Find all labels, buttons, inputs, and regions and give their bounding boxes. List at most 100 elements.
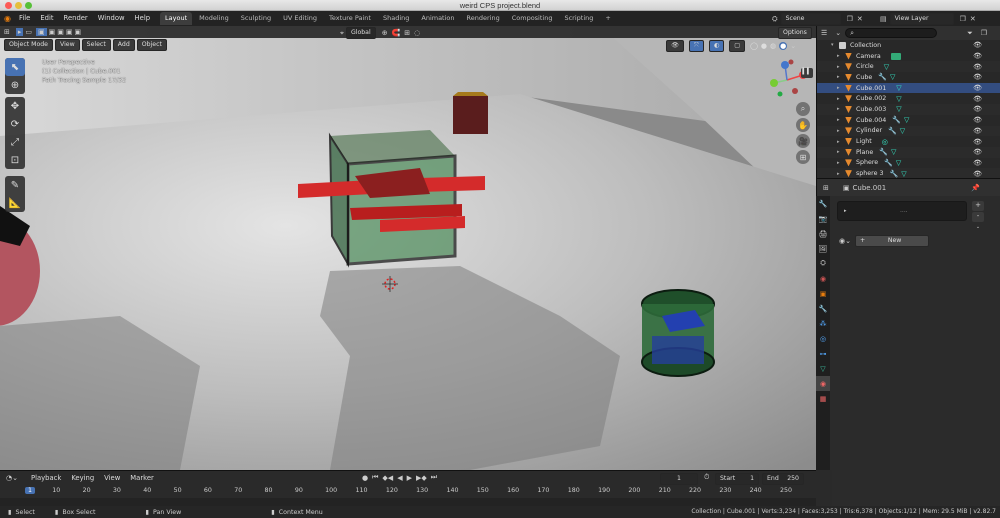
filter-icon[interactable]: ⏷ bbox=[967, 29, 973, 38]
select-mode-extend-icon[interactable]: ▣ bbox=[49, 28, 56, 36]
camera-view-icon[interactable]: 🎥 bbox=[796, 134, 810, 148]
menu-window[interactable]: Window bbox=[93, 11, 130, 26]
material-browse-icon[interactable]: ◉⌄ bbox=[839, 237, 851, 245]
outliner-row[interactable]: ▸ Plane 🔧 ▽ 👁 bbox=[817, 146, 1000, 158]
mesh-data-icon[interactable]: ▽ bbox=[900, 127, 905, 135]
delete-view-layer-icon[interactable]: ✕ bbox=[970, 15, 976, 23]
outliner-collection-row[interactable]: ▾ Collection 👁 bbox=[817, 40, 1000, 51]
camera-data-icon[interactable] bbox=[890, 52, 901, 60]
eye-icon[interactable]: 👁 bbox=[973, 95, 982, 103]
rotate-tool-icon[interactable]: ⟳ bbox=[5, 115, 25, 133]
snap-target-icon[interactable]: ⊞ bbox=[404, 29, 410, 37]
play-icon[interactable]: ▶ bbox=[407, 474, 412, 482]
viewport-menu-select[interactable]: Select bbox=[81, 39, 111, 51]
outliner-editor-icon[interactable]: ☰ bbox=[821, 29, 827, 37]
expand-icon[interactable]: ▸ bbox=[837, 96, 845, 102]
data-tab-icon[interactable]: ▽ bbox=[816, 361, 830, 376]
expand-icon[interactable]: ▸ bbox=[837, 139, 845, 145]
select-mode-subtract-icon[interactable]: ▣ bbox=[57, 28, 64, 36]
record-icon[interactable]: ● bbox=[362, 474, 368, 482]
proportional-editing-icon[interactable]: ◌ bbox=[414, 29, 420, 37]
outliner-row[interactable]: ▸ Circle ▽ 👁 bbox=[817, 61, 1000, 73]
expand-icon[interactable]: ▸ bbox=[837, 74, 845, 80]
blender-logo-icon[interactable]: ◉ bbox=[4, 14, 11, 23]
new-material-button[interactable]: + New bbox=[854, 235, 929, 247]
select-mode-new-icon[interactable]: ▣ bbox=[36, 28, 47, 36]
overlay-toggle-icon[interactable]: ◐ bbox=[708, 40, 725, 52]
material-tab-icon[interactable]: ◉ bbox=[816, 376, 830, 391]
mesh-data-icon[interactable]: ▽ bbox=[901, 170, 906, 178]
output-tab-icon[interactable]: 🖨 bbox=[816, 226, 830, 241]
select-mode-intersect-icon[interactable]: ▣ bbox=[75, 28, 82, 36]
eye-icon[interactable]: 👁 bbox=[973, 116, 982, 124]
modifier-icon[interactable]: 🔧 bbox=[892, 116, 901, 124]
tab-scripting[interactable]: Scripting bbox=[559, 12, 598, 25]
mesh-data-icon[interactable]: ▽ bbox=[904, 116, 909, 124]
use-preview-range-icon[interactable]: ⏱ bbox=[704, 473, 709, 482]
editor-type-icon[interactable]: ⊞ bbox=[4, 28, 10, 36]
eye-icon[interactable]: 👁 bbox=[973, 52, 982, 60]
tab-animation[interactable]: Animation bbox=[416, 12, 459, 25]
slot-resize-dots[interactable]: .... bbox=[900, 207, 908, 214]
outliner-row[interactable]: ▸ Camera 👁 bbox=[817, 51, 1000, 62]
outliner-item-label[interactable]: Cube.003 bbox=[856, 106, 886, 113]
slot-expand-icon[interactable]: ▸ bbox=[844, 208, 847, 214]
prev-keyframe-icon[interactable]: ◆◀ bbox=[382, 474, 393, 482]
eye-icon[interactable]: 👁 bbox=[973, 138, 982, 146]
start-frame-field[interactable]: Start 1 bbox=[715, 473, 759, 485]
pin-icon[interactable]: 📌 bbox=[971, 184, 980, 192]
tool-tab-icon[interactable]: 🔧 bbox=[816, 196, 830, 211]
scale-tool-icon[interactable]: ⤢ bbox=[5, 133, 25, 151]
expand-icon[interactable]: ▸ bbox=[837, 85, 845, 91]
tab-modeling[interactable]: Modeling bbox=[194, 12, 234, 25]
modifier-icon[interactable]: 🔧 bbox=[888, 127, 897, 135]
timeline-menu-keying[interactable]: Keying bbox=[66, 471, 99, 486]
outliner-item-label[interactable]: Circle bbox=[856, 63, 874, 70]
next-keyframe-icon[interactable]: ▶◆ bbox=[416, 474, 427, 482]
material-slot-list[interactable]: ▸ .... bbox=[837, 201, 967, 221]
viewport-menu-view[interactable]: View bbox=[54, 39, 80, 51]
outliner-row[interactable]: ▸ Cube 🔧 ▽ 👁 bbox=[817, 72, 1000, 83]
scene-selector[interactable]: Scene bbox=[780, 13, 841, 25]
constraints-tab-icon[interactable]: ⊶ bbox=[816, 346, 830, 361]
modifier-icon[interactable]: 🔧 bbox=[878, 73, 887, 81]
expand-icon[interactable]: ▸ bbox=[837, 106, 845, 112]
tab-texture-paint[interactable]: Texture Paint bbox=[324, 12, 376, 25]
world-tab-icon[interactable]: ◉ bbox=[816, 271, 830, 286]
eye-icon[interactable]: 👁 bbox=[973, 105, 982, 113]
render-tab-icon[interactable]: 📷 bbox=[816, 211, 830, 226]
outliner-search-field[interactable]: ⌕ bbox=[845, 28, 938, 38]
outliner-row[interactable]: ▸ Cube.004 🔧 ▽ 👁 bbox=[817, 115, 1000, 126]
outliner-item-label[interactable]: Camera bbox=[856, 53, 881, 60]
light-data-icon[interactable]: ◎ bbox=[882, 138, 888, 146]
outliner-item-label[interactable]: Cube bbox=[856, 74, 872, 81]
expand-icon[interactable]: ▸ bbox=[837, 64, 845, 70]
add-slot-button[interactable]: + bbox=[972, 201, 984, 211]
pivot-point-icon[interactable]: ⊕ bbox=[382, 29, 388, 37]
expand-icon[interactable]: ▸ bbox=[837, 149, 845, 155]
outliner-row[interactable]: ▸ Cube.002 ▽ 👁 bbox=[817, 93, 1000, 104]
tab-uv-editing[interactable]: UV Editing bbox=[278, 12, 322, 25]
modifier-icon[interactable]: 🔧 bbox=[879, 148, 888, 156]
outliner-item-label[interactable]: Cylinder bbox=[856, 127, 882, 134]
display-mode-icon[interactable]: ⌄ bbox=[835, 29, 841, 37]
pan-hand-icon[interactable]: ✋ bbox=[796, 118, 810, 132]
select-mode-box-icon[interactable]: ▭ bbox=[25, 28, 32, 36]
eye-icon[interactable]: 👁 bbox=[973, 63, 982, 71]
delete-scene-icon[interactable]: ✕ bbox=[857, 15, 863, 23]
texture-tab-icon[interactable]: ▦ bbox=[816, 391, 830, 406]
visibility-icon[interactable]: 👁 bbox=[666, 40, 684, 52]
tab-shading[interactable]: Shading bbox=[378, 12, 414, 25]
expand-icon[interactable]: ▸ bbox=[837, 117, 845, 123]
remove-slot-button[interactable]: - bbox=[972, 212, 984, 222]
shading-rendered-icon[interactable]: ● bbox=[779, 42, 788, 50]
modifier-tab-icon[interactable]: 🔧 bbox=[816, 301, 830, 316]
shading-wireframe-icon[interactable]: ◯ bbox=[750, 42, 758, 50]
view-layer-tab-icon[interactable]: 🖼 bbox=[816, 241, 830, 256]
outliner-row[interactable]: ▸ Cylinder 🔧 ▽ 👁 bbox=[817, 125, 1000, 137]
new-scene-icon[interactable]: ❐ bbox=[847, 15, 853, 23]
timeline-editor-icon[interactable]: ◔⌄ bbox=[6, 474, 18, 482]
outliner-row[interactable]: ▸ Sphere 🔧 ▽ 👁 bbox=[817, 158, 1000, 169]
timeline-menu-marker[interactable]: Marker bbox=[125, 471, 159, 486]
modifier-icon[interactable]: 🔧 bbox=[889, 170, 898, 178]
